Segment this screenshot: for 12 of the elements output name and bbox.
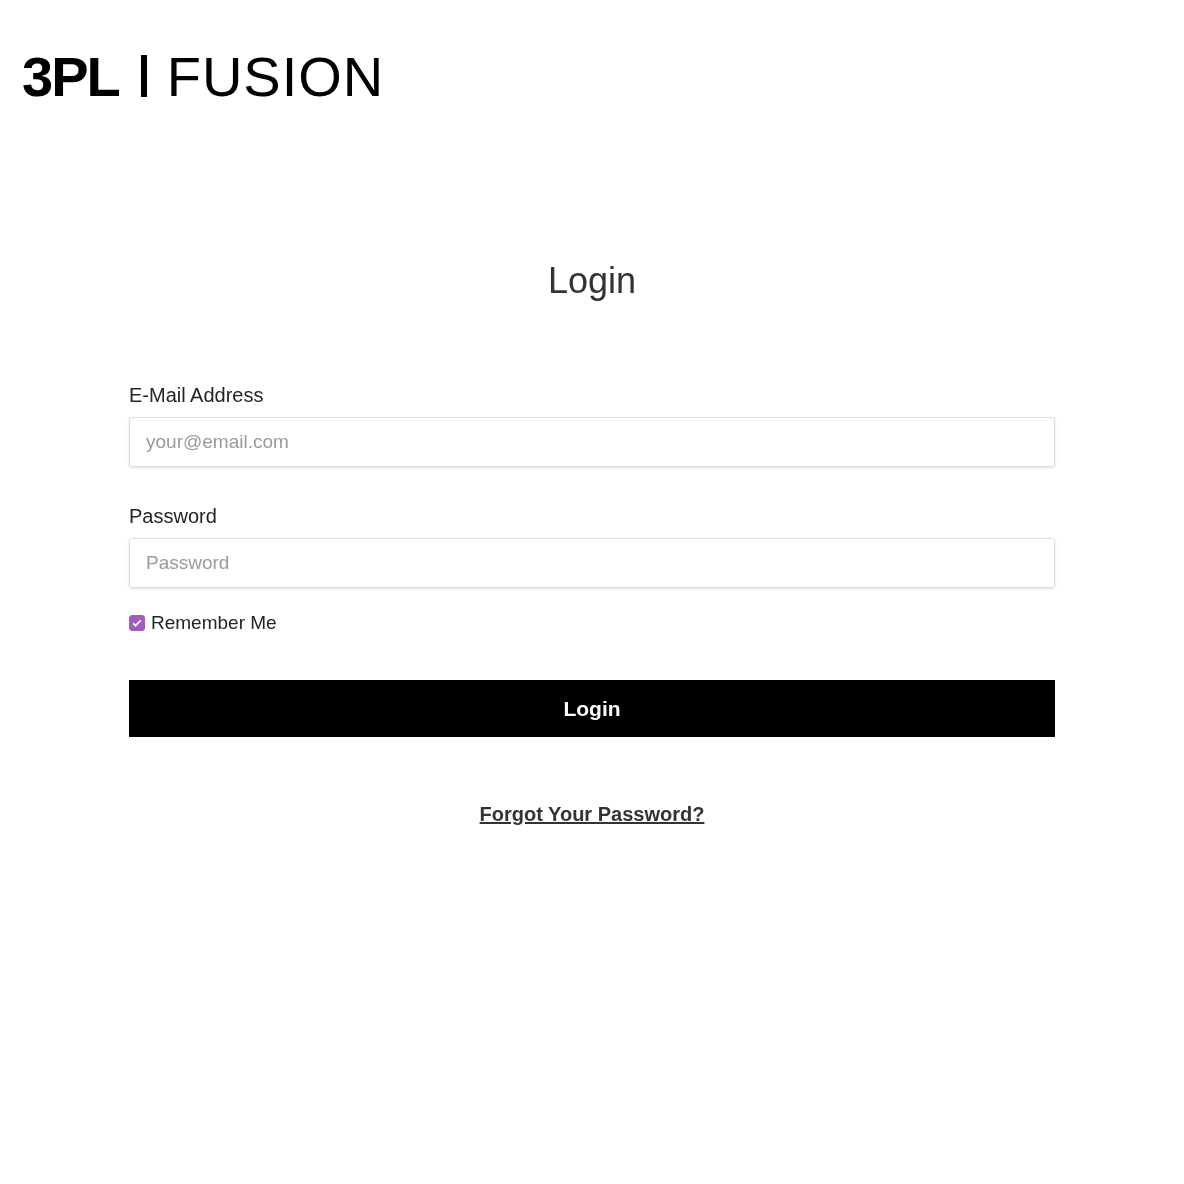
logo-brand: 3PL <box>22 43 119 109</box>
login-button[interactable]: Login <box>129 680 1055 737</box>
page-title: Login <box>547 260 637 302</box>
input-field[interactable]: your@email.com <box>129 417 1055 467</box>
logo-product: FUSION <box>166 43 385 109</box>
forgot-password-link[interactable]: Forgot Your Password? <box>479 803 705 826</box>
remember-label: Remember Me <box>151 612 277 634</box>
field-label: Password <box>129 505 218 528</box>
check-icon <box>131 617 143 629</box>
input-field[interactable]: Password <box>129 538 1055 588</box>
remember-checkbox[interactable] <box>129 615 145 631</box>
field-label: E-Mail Address <box>129 384 265 407</box>
